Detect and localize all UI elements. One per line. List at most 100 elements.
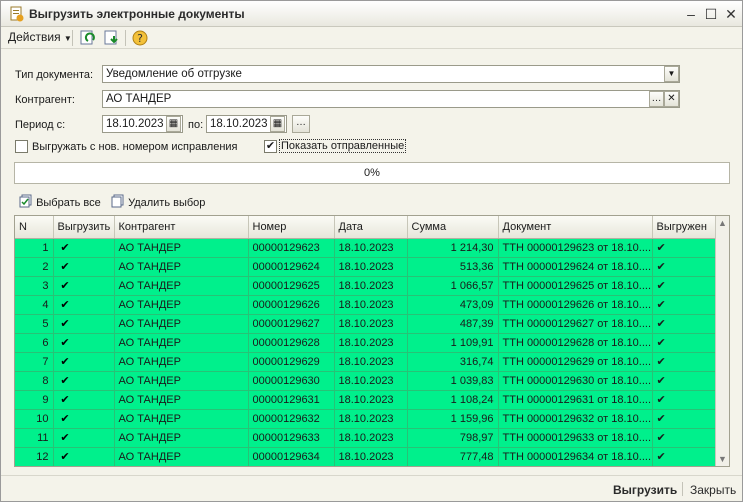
table-row[interactable]: 7 ✔ АО ТАНДЕР 00000129629 18.10.2023 316,74 ТТ… <box>15 352 716 372</box>
export-checkbox[interactable]: ✔ <box>60 299 71 311</box>
clear-selection-button[interactable]: Удалить выбор <box>111 194 205 209</box>
minimize-button[interactable]: – <box>682 5 700 23</box>
show-sent-checkbox[interactable]: ✔ <box>264 140 277 153</box>
doc-type-value: Уведомление об отгрузке <box>106 68 242 80</box>
actions-menu[interactable]: Действия ▼ <box>8 30 72 44</box>
export-checkbox[interactable]: ✔ <box>60 280 71 292</box>
progress-bar: 0% <box>14 162 730 184</box>
scroll-up-icon[interactable]: ▲ <box>718 218 727 228</box>
counterparty-clear-button[interactable]: ✕ <box>664 91 679 107</box>
table-row[interactable]: 1 ✔ АО ТАНДЕР 00000129623 18.10.2023 1 214,30… <box>15 238 716 258</box>
doc-type-select[interactable]: Уведомление об отгрузке <box>102 65 680 83</box>
scroll-down-icon[interactable]: ▼ <box>718 454 727 464</box>
toolbar-divider <box>125 30 126 46</box>
export-checkbox-cell[interactable]: ✔ <box>53 314 115 334</box>
table-row[interactable]: 10 ✔ АО ТАНДЕР 00000129632 18.10.2023 1 159,9… <box>15 409 716 429</box>
export-checkbox[interactable]: ✔ <box>60 413 71 425</box>
export-checkbox-cell[interactable]: ✔ <box>53 409 115 429</box>
table-row[interactable]: 5 ✔ АО ТАНДЕР 00000129627 18.10.2023 487,39 ТТ… <box>15 314 716 334</box>
table-row[interactable]: 3 ✔ АО ТАНДЕР 00000129625 18.10.2023 1 066,57… <box>15 276 716 296</box>
table-row[interactable]: 6 ✔ АО ТАНДЕР 00000129628 18.10.2023 1 109,91… <box>15 333 716 353</box>
doc-type-dropdown-button[interactable]: ▼ <box>664 66 679 82</box>
exported-cell: ✔ <box>652 276 716 296</box>
table-header-row: N Выгрузить Контрагент Номер Дата Сумма … <box>15 216 716 239</box>
export-checkbox[interactable]: ✔ <box>60 337 71 349</box>
counterparty-field[interactable]: АО ТАНДЕР <box>102 90 680 108</box>
row-number-cell: 12 <box>15 447 54 466</box>
export-checkbox-cell[interactable]: ✔ <box>53 333 115 353</box>
date-cell: 18.10.2023 <box>334 257 408 277</box>
exported-check-icon: ✔ <box>656 394 666 406</box>
maximize-button[interactable]: ☐ <box>702 5 720 23</box>
export-checkbox[interactable]: ✔ <box>60 261 71 273</box>
number-cell: 00000129629 <box>248 352 335 372</box>
row-number-cell: 7 <box>15 352 54 372</box>
progress-text: 0% <box>364 167 380 179</box>
period-to-calendar-button[interactable]: ▦ <box>270 116 285 132</box>
export-checkbox[interactable]: ✔ <box>60 451 71 463</box>
row-number-cell: 5 <box>15 314 54 334</box>
close-window-button[interactable]: ✕ <box>722 5 740 23</box>
counterparty-cell: АО ТАНДЕР <box>114 333 249 353</box>
help-icon[interactable]: ? <box>131 29 149 47</box>
counterparty-cell: АО ТАНДЕР <box>114 276 249 296</box>
export-checkbox[interactable]: ✔ <box>60 242 71 254</box>
export-checkbox-cell[interactable]: ✔ <box>53 276 115 296</box>
export-checkbox-cell[interactable]: ✔ <box>53 257 115 277</box>
row-number-cell: 9 <box>15 390 54 410</box>
clear-icon: ✕ <box>667 93 676 104</box>
export-checkbox-cell[interactable]: ✔ <box>53 371 115 391</box>
row-number-cell: 1 <box>15 238 54 258</box>
number-cell: 00000129634 <box>248 447 335 466</box>
export-checkbox[interactable]: ✔ <box>60 318 71 330</box>
chevron-down-icon: ▼ <box>667 69 676 78</box>
sum-cell: 1 214,30 <box>407 238 499 258</box>
column-header-date[interactable]: Дата <box>334 216 408 239</box>
export-checkbox[interactable]: ✔ <box>60 394 71 406</box>
vertical-scrollbar[interactable]: ▲ ▼ <box>715 216 729 466</box>
table-row[interactable]: 2 ✔ АО ТАНДЕР 00000129624 18.10.2023 513,36 ТТ… <box>15 257 716 277</box>
export-checkbox[interactable]: ✔ <box>60 375 71 387</box>
sum-cell: 1 066,57 <box>407 276 499 296</box>
export-checkbox[interactable]: ✔ <box>60 356 71 368</box>
counterparty-cell: АО ТАНДЕР <box>114 238 249 258</box>
toolbar-divider <box>72 30 73 46</box>
select-all-icon <box>19 194 32 208</box>
column-header-exported[interactable]: Выгружен <box>652 216 716 239</box>
table-row[interactable]: 12 ✔ АО ТАНДЕР 00000129634 18.10.2023 777,48 Т… <box>15 447 716 466</box>
export-checkbox-cell[interactable]: ✔ <box>53 447 115 466</box>
column-header-document[interactable]: Документ <box>498 216 653 239</box>
column-header-export[interactable]: Выгрузить <box>53 216 115 239</box>
actions-menu-label: Действия <box>8 30 61 44</box>
column-header-counterparty[interactable]: Контрагент <box>114 216 249 239</box>
table-row[interactable]: 4 ✔ АО ТАНДЕР 00000129626 18.10.2023 473,09 ТТ… <box>15 295 716 315</box>
refresh-icon[interactable] <box>79 29 97 47</box>
sum-cell: 1 159,96 <box>407 409 499 429</box>
table-row[interactable]: 11 ✔ АО ТАНДЕР 00000129633 18.10.2023 798,97 Т… <box>15 428 716 448</box>
export-checkbox-cell[interactable]: ✔ <box>53 295 115 315</box>
export-button[interactable]: Выгрузить <box>613 483 677 497</box>
counterparty-label: Контрагент: <box>15 94 75 106</box>
date-cell: 18.10.2023 <box>334 314 408 334</box>
export-checkbox-cell[interactable]: ✔ <box>53 238 115 258</box>
column-header-sum[interactable]: Сумма <box>407 216 499 239</box>
export-checkbox-cell[interactable]: ✔ <box>53 428 115 448</box>
exported-cell: ✔ <box>652 428 716 448</box>
table-row[interactable]: 9 ✔ АО ТАНДЕР 00000129631 18.10.2023 1 108,24… <box>15 390 716 410</box>
table-row[interactable]: 8 ✔ АО ТАНДЕР 00000129630 18.10.2023 1 039,83… <box>15 371 716 391</box>
export-checkbox[interactable]: ✔ <box>60 432 71 444</box>
select-all-button[interactable]: Выбрать все <box>19 194 101 209</box>
period-select-button[interactable]: … <box>292 115 310 133</box>
export-checkbox-cell[interactable]: ✔ <box>53 390 115 410</box>
column-header-n[interactable]: N <box>15 216 54 239</box>
resend-checkbox[interactable] <box>15 140 28 153</box>
date-cell: 18.10.2023 <box>334 276 408 296</box>
period-from-calendar-button[interactable]: ▦ <box>166 116 181 132</box>
calendar-icon: ▦ <box>168 118 179 129</box>
document-cell: ТТН 00000129634 от 18.10.... <box>498 447 653 466</box>
export-checkbox-cell[interactable]: ✔ <box>53 352 115 372</box>
counterparty-select-button[interactable]: … <box>649 91 664 107</box>
column-header-number[interactable]: Номер <box>248 216 335 239</box>
close-button[interactable]: Закрыть <box>690 483 736 497</box>
download-icon[interactable] <box>103 29 121 47</box>
